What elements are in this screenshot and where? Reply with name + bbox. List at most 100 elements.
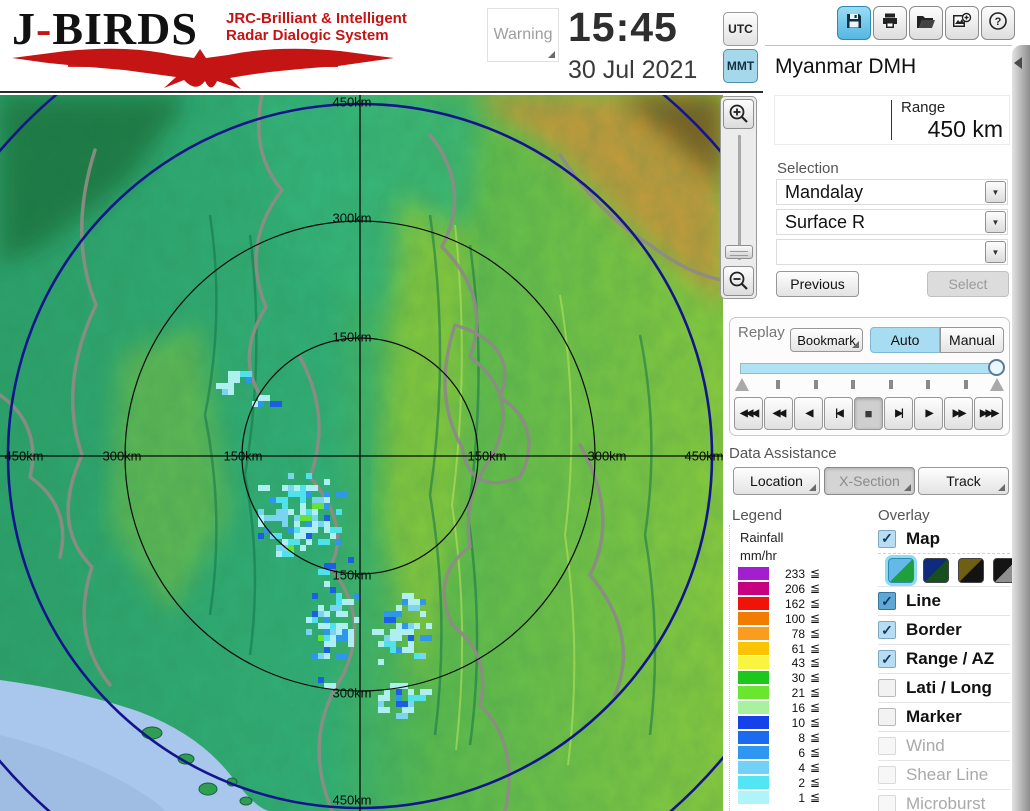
print-button[interactable] <box>873 6 907 40</box>
legend-value: 4 <box>798 760 805 775</box>
collapse-arrow-icon <box>1014 57 1022 69</box>
range-ring-label: 150km <box>332 329 372 345</box>
chevron-down-icon[interactable]: ▼ <box>985 241 1006 263</box>
checkbox-range-az[interactable]: ✓ <box>878 650 896 668</box>
manual-mode-button[interactable]: Manual <box>940 327 1004 353</box>
data-assistance-label: Data Assistance <box>729 445 837 462</box>
zoom-slider-handle[interactable] <box>725 245 753 259</box>
range-ring-label: 450km <box>4 448 44 464</box>
range-ring-label: 150km <box>467 448 507 464</box>
radar-map[interactable]: 450km 300km 150km 150km 300km 450km 450km 300km… <box>0 95 723 811</box>
replay-range-start-marker[interactable] <box>735 378 749 391</box>
legend-le-symbol: ≦ <box>810 700 821 715</box>
overlay-item-label: Line <box>906 591 941 610</box>
utc-button[interactable]: UTC <box>723 12 758 46</box>
overlay-item-microburst: Microburst <box>878 789 1010 811</box>
range-ring-label: 300km <box>332 210 372 226</box>
overlay-item-marker: Marker <box>878 702 1010 731</box>
checkbox-shear-line <box>878 766 896 784</box>
overlay-item-label: Shear Line <box>906 765 989 784</box>
save-icon <box>844 11 864 36</box>
playback-controls: ◀◀◀ ◀◀ ◀ |◀ ■ ▶| ▶ ▶▶ ▶▶▶ <box>734 397 1003 430</box>
fastest-rewind-button[interactable]: ◀◀◀ <box>734 397 763 430</box>
help-button[interactable]: ? <box>981 6 1015 40</box>
map-style-swatch-3[interactable] <box>958 558 984 583</box>
fast-forward-button[interactable]: ▶▶ <box>944 397 973 430</box>
reverse-play-button[interactable]: ◀ <box>794 397 823 430</box>
open-folder-button[interactable] <box>909 6 943 40</box>
legend-color-swatch <box>738 626 769 640</box>
checkbox-line[interactable]: ✓ <box>878 592 896 610</box>
checkbox-lati-long[interactable] <box>878 679 896 697</box>
toolbar: ? <box>837 6 1015 40</box>
legend-color-swatch <box>738 745 769 759</box>
replay-tick <box>888 380 893 389</box>
legend-le-symbol: ≦ <box>810 640 821 655</box>
legend-value: 30 <box>791 671 805 686</box>
legend-le-symbol: ≦ <box>810 595 821 610</box>
replay-tick <box>851 380 856 389</box>
zoom-slider-track[interactable] <box>738 135 741 260</box>
range-ring-label: 300km <box>102 448 142 464</box>
auto-mode-button[interactable]: Auto <box>870 327 940 353</box>
step-back-button[interactable]: |◀ <box>824 397 853 430</box>
range-ring-label: 150km <box>223 448 263 464</box>
clock-time: 15:45 <box>568 4 678 50</box>
overlay-list: ✓ Map ✓ Line ✓ Border ✓ Range / AZ Lati / Long Ma… <box>878 524 1019 811</box>
replay-tick <box>813 380 818 389</box>
warning-button[interactable]: Warning <box>487 8 559 62</box>
legend-color-swatch <box>738 671 769 685</box>
replay-slider-track[interactable] <box>740 363 1002 374</box>
range-value: 450 km <box>927 116 1003 142</box>
replay-range-end-marker[interactable] <box>990 378 1004 391</box>
bookmark-button[interactable]: Bookmark <box>790 328 863 352</box>
overlay-item-label: Wind <box>906 736 945 755</box>
range-ring-label: 450km <box>332 95 372 110</box>
panel-collapse-strip[interactable] <box>1012 45 1030 811</box>
site-dropdown[interactable]: Mandalay ▼ <box>776 179 1008 205</box>
magnifier-minus-icon <box>729 271 748 290</box>
x-section-button[interactable]: X-Section <box>824 467 915 495</box>
product-dropdown[interactable]: Surface R ▼ <box>776 209 1008 235</box>
map-style-swatch-2[interactable] <box>923 558 949 583</box>
map-style-swatch-1[interactable] <box>888 558 914 583</box>
panel-divider <box>765 45 1012 46</box>
warning-label: Warning <box>493 26 553 43</box>
chevron-down-icon[interactable]: ▼ <box>985 181 1006 203</box>
overlay-item-label: Border <box>906 620 962 639</box>
fastest-forward-button[interactable]: ▶▶▶ <box>974 397 1003 430</box>
legend-le-symbol: ≦ <box>810 685 821 700</box>
checkbox-marker[interactable] <box>878 708 896 726</box>
checkbox-map[interactable]: ✓ <box>878 529 896 548</box>
zoom-out-button[interactable] <box>723 266 754 296</box>
save-button[interactable] <box>837 6 871 40</box>
legend-le-symbol: ≦ <box>810 566 821 580</box>
replay-slider-handle[interactable] <box>988 359 1005 376</box>
open-folder-icon <box>915 11 937 36</box>
stop-button[interactable]: ■ <box>854 397 883 430</box>
legend-le-symbol: ≦ <box>810 670 821 685</box>
legend-le-symbol: ≦ <box>810 625 821 640</box>
step-forward-button[interactable]: ▶| <box>884 397 913 430</box>
overlay-item-lati-long: Lati / Long <box>878 673 1010 702</box>
zoom-in-button[interactable] <box>723 99 754 129</box>
legend-label: Legend <box>732 507 783 524</box>
legend-value: 162 <box>784 596 805 611</box>
legend-le-symbol: ≦ <box>810 759 821 774</box>
range-box: Range 450 km <box>774 95 1010 145</box>
overlay-item-label: Range / AZ <box>906 649 995 668</box>
add-image-button[interactable] <box>945 6 979 40</box>
play-button[interactable]: ▶ <box>914 397 943 430</box>
option-dropdown[interactable]: ▼ <box>776 239 1008 265</box>
checkbox-border[interactable]: ✓ <box>878 621 896 639</box>
track-button[interactable]: Track <box>918 467 1009 495</box>
legend-color-swatch <box>738 641 769 655</box>
previous-button[interactable]: Previous <box>776 271 859 297</box>
chevron-down-icon[interactable]: ▼ <box>985 211 1006 233</box>
legend-color-swatch <box>738 656 769 670</box>
fast-rewind-button[interactable]: ◀◀ <box>764 397 793 430</box>
location-button[interactable]: Location <box>733 467 820 495</box>
legend-color-swatch <box>738 775 769 789</box>
mmt-button[interactable]: MMT <box>723 49 758 83</box>
overlay-item-label: Map <box>906 528 940 548</box>
